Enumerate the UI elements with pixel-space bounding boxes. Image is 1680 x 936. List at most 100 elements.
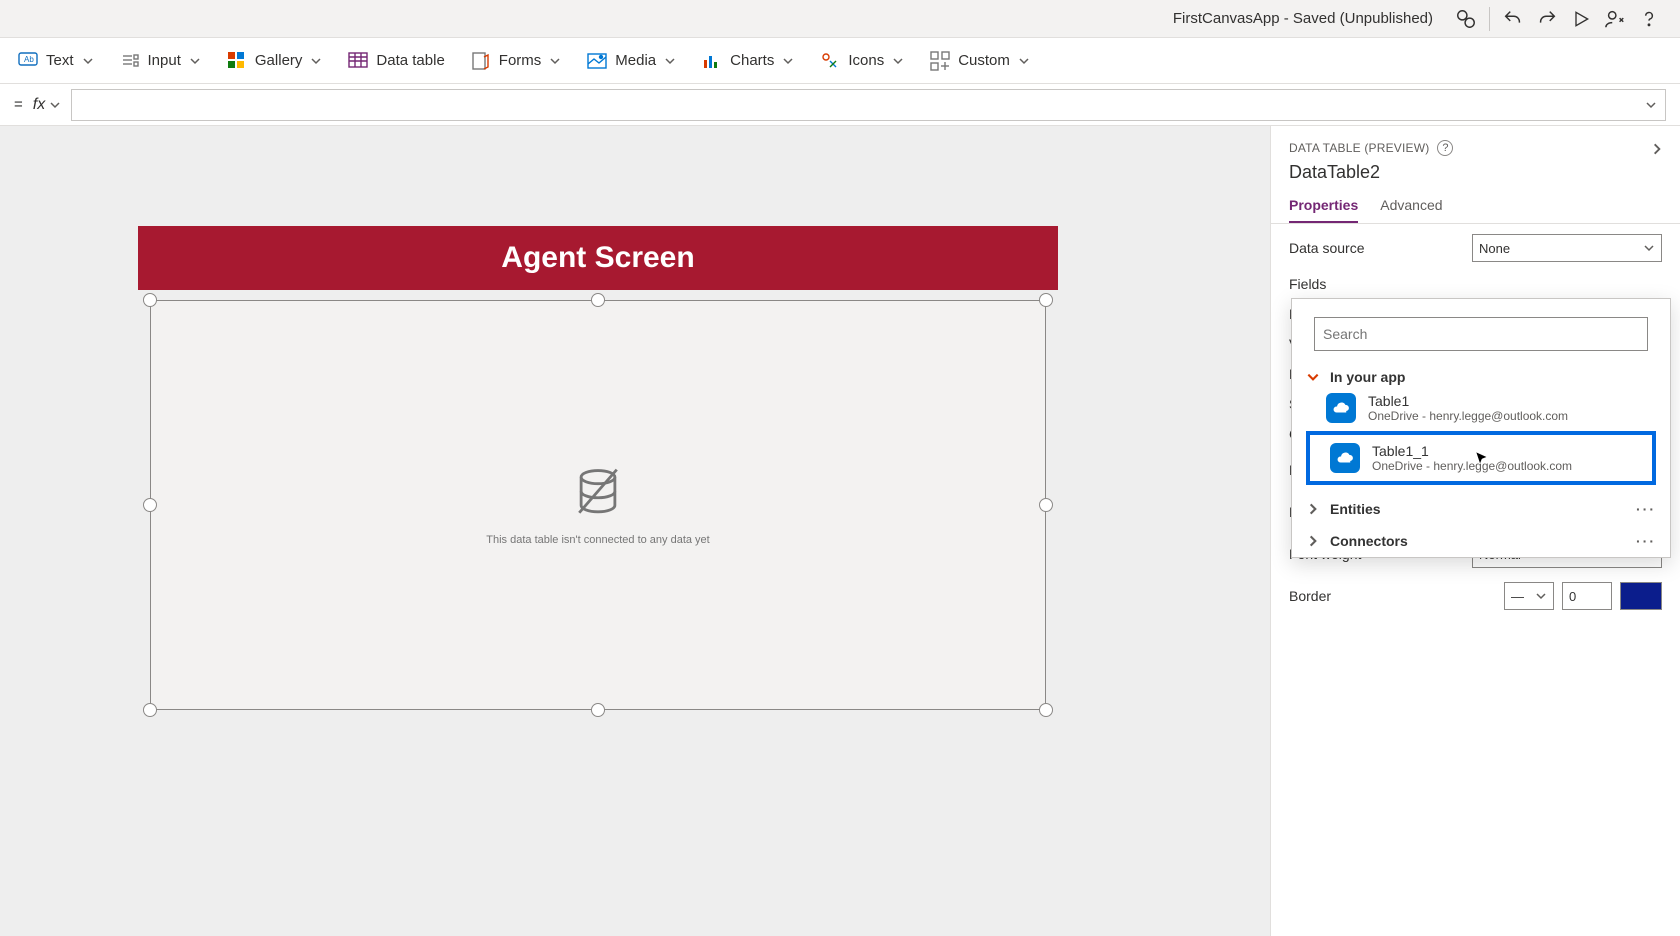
- chevron-down-icon: [892, 55, 904, 67]
- prop-label: Fields: [1289, 276, 1326, 292]
- ribbon-data-table[interactable]: Data table: [348, 51, 444, 71]
- data-source-search: [1314, 317, 1648, 351]
- screen-header-title: Agent Screen: [501, 241, 694, 275]
- data-source-select[interactable]: None: [1472, 234, 1662, 262]
- ribbon-label: Icons: [848, 52, 884, 69]
- input-control-icon: [120, 51, 140, 71]
- prop-label: Border: [1289, 588, 1331, 604]
- more-icon[interactable]: ···: [1636, 533, 1656, 549]
- ribbon-input[interactable]: Input: [120, 51, 201, 71]
- ribbon-label: Data table: [376, 52, 444, 69]
- play-icon[interactable]: [1564, 2, 1598, 36]
- left-gutter: [0, 126, 18, 936]
- chevron-down-icon: [1643, 242, 1655, 254]
- ribbon-label: Gallery: [255, 52, 303, 69]
- ds-item-sub: OneDrive - henry.legge@outlook.com: [1368, 409, 1568, 423]
- ribbon-forms[interactable]: Forms: [471, 51, 562, 71]
- canvas-area[interactable]: Agent Screen This data table isn't conne…: [18, 126, 1270, 936]
- formula-input[interactable]: [71, 89, 1666, 121]
- media-icon: [587, 51, 607, 71]
- data-table-empty-state: This data table isn't connected to any d…: [151, 301, 1045, 709]
- ribbon-charts[interactable]: Charts: [702, 51, 794, 71]
- tab-properties[interactable]: Properties: [1289, 189, 1358, 223]
- data-table-icon: [348, 51, 368, 71]
- resize-handle[interactable]: [143, 498, 157, 512]
- ds-item-sub: OneDrive - henry.legge@outlook.com: [1372, 459, 1572, 473]
- ribbon-label: Input: [148, 52, 181, 69]
- ds-group-entities[interactable]: Entities ···: [1306, 501, 1656, 517]
- ds-group-connectors[interactable]: Connectors ···: [1306, 533, 1656, 549]
- resize-handle[interactable]: [1039, 293, 1053, 307]
- ds-item-name: Table1: [1368, 393, 1568, 409]
- data-source-popup: In your app Table1 OneDrive - henry.legg…: [1291, 298, 1671, 558]
- chevron-down-icon: [49, 99, 61, 111]
- chevron-down-icon: [1306, 370, 1320, 384]
- chevron-down-icon: [1018, 55, 1030, 67]
- gallery-control-icon: [227, 51, 247, 71]
- panel-eyebrow: DATA TABLE (PREVIEW): [1289, 141, 1429, 155]
- resize-handle[interactable]: [591, 293, 605, 307]
- icons-icon: [820, 51, 840, 71]
- app-title: FirstCanvasApp - Saved (Unpublished): [1173, 10, 1433, 27]
- search-input[interactable]: [1314, 317, 1648, 351]
- ribbon-label: Custom: [958, 52, 1010, 69]
- charts-icon: [702, 51, 722, 71]
- properties-panel: DATA TABLE (PREVIEW) ? DataTable2 Proper…: [1270, 126, 1680, 936]
- ribbon-gallery[interactable]: Gallery: [227, 51, 323, 71]
- resize-handle[interactable]: [1039, 703, 1053, 717]
- ribbon-media[interactable]: Media: [587, 51, 676, 71]
- more-icon[interactable]: ···: [1636, 501, 1656, 517]
- fx-label[interactable]: fx: [33, 96, 71, 114]
- prop-border: Border — 0: [1289, 582, 1662, 610]
- chevron-down-icon: [782, 55, 794, 67]
- formula-bar: = fx: [0, 84, 1680, 126]
- forms-icon: [471, 51, 491, 71]
- prop-label: Data source: [1289, 240, 1364, 256]
- resize-handle[interactable]: [1039, 498, 1053, 512]
- share-icon[interactable]: [1598, 2, 1632, 36]
- ds-item-table1-1[interactable]: Table1_1 OneDrive - henry.legge@outlook.…: [1306, 431, 1656, 485]
- ribbon-label: Forms: [499, 52, 542, 69]
- undo-icon[interactable]: [1496, 2, 1530, 36]
- ribbon-label: Media: [615, 52, 656, 69]
- onedrive-icon: [1326, 393, 1356, 423]
- ribbon-custom[interactable]: Custom: [930, 51, 1030, 71]
- data-table-control[interactable]: This data table isn't connected to any d…: [150, 300, 1046, 710]
- app-health-icon[interactable]: [1449, 2, 1483, 36]
- separator: [1489, 7, 1490, 31]
- resize-handle[interactable]: [591, 703, 605, 717]
- text-control-icon: Ab: [18, 51, 38, 71]
- formula-eq: =: [14, 96, 23, 113]
- control-name: DataTable2: [1271, 162, 1680, 189]
- chevron-down-icon: [1645, 99, 1657, 111]
- panel-tabs: Properties Advanced: [1271, 189, 1680, 224]
- collapse-panel-icon[interactable]: [1650, 142, 1664, 159]
- help-icon[interactable]: [1632, 2, 1666, 36]
- screen-header: Agent Screen: [138, 226, 1058, 290]
- chevron-right-icon: [1306, 502, 1320, 516]
- chevron-down-icon: [1535, 590, 1547, 602]
- prop-data-source: Data source None: [1289, 234, 1662, 262]
- border-color-swatch[interactable]: [1620, 582, 1662, 610]
- ds-item-name: Table1_1: [1372, 443, 1572, 459]
- resize-handle[interactable]: [143, 703, 157, 717]
- chevron-right-icon: [1306, 534, 1320, 548]
- title-bar: FirstCanvasApp - Saved (Unpublished): [0, 0, 1680, 38]
- chevron-down-icon: [189, 55, 201, 67]
- help-icon[interactable]: ?: [1437, 140, 1453, 156]
- ds-group-in-your-app[interactable]: In your app: [1306, 369, 1656, 385]
- custom-icon: [930, 51, 950, 71]
- ribbon-text[interactable]: Ab Text: [18, 51, 94, 71]
- resize-handle[interactable]: [143, 293, 157, 307]
- onedrive-icon: [1330, 443, 1360, 473]
- ds-item-table1[interactable]: Table1 OneDrive - henry.legge@outlook.co…: [1306, 385, 1656, 431]
- ribbon-icons[interactable]: Icons: [820, 51, 904, 71]
- chevron-down-icon: [549, 55, 561, 67]
- redo-icon[interactable]: [1530, 2, 1564, 36]
- chevron-down-icon: [82, 55, 94, 67]
- tab-advanced[interactable]: Advanced: [1380, 189, 1442, 223]
- border-width-input[interactable]: 0: [1562, 582, 1612, 610]
- prop-fields: Fields: [1289, 276, 1662, 292]
- border-style-select[interactable]: —: [1504, 582, 1554, 610]
- insert-ribbon: Ab Text Input Gallery Data table Forms M…: [0, 38, 1680, 84]
